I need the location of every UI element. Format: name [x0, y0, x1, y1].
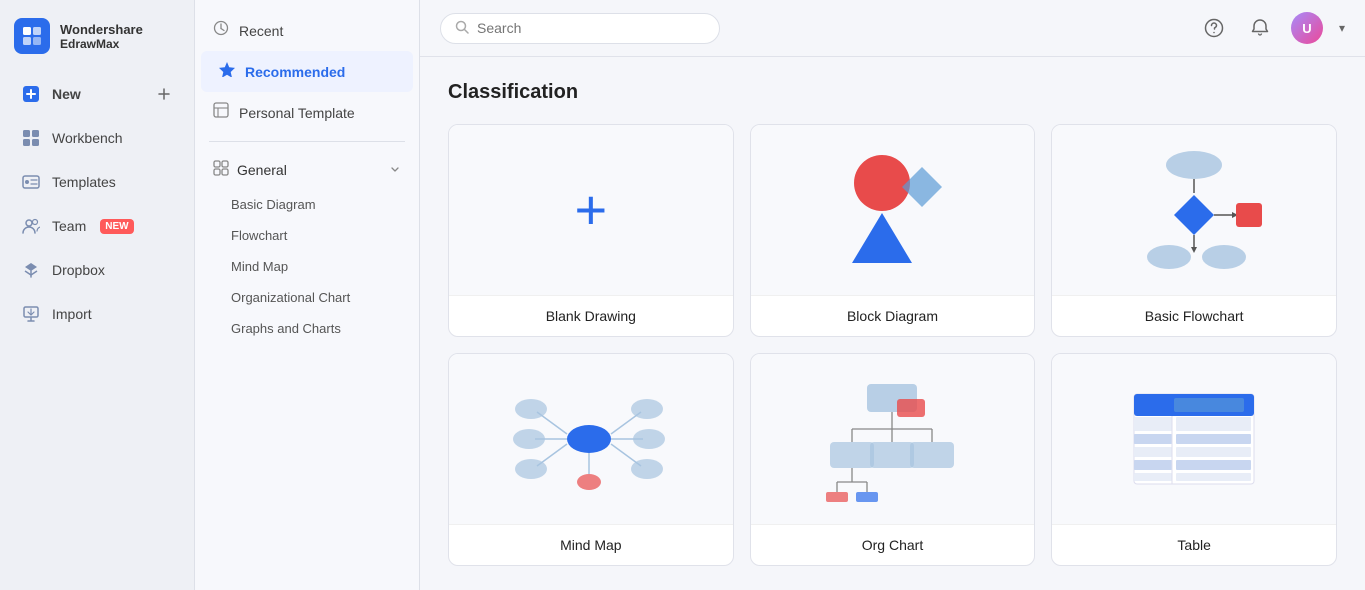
content-area: Classification + Blank Drawing — [420, 57, 1365, 590]
mid-item-recent[interactable]: Recent — [195, 10, 419, 51]
app-logo-icon — [14, 18, 50, 54]
notifications-button[interactable] — [1245, 13, 1275, 43]
sidebar-item-dropbox[interactable]: Dropbox — [6, 249, 188, 291]
card-org-chart-label: Org Chart — [751, 524, 1035, 565]
section-title: Classification — [448, 81, 1337, 104]
team-icon — [20, 215, 42, 237]
card-block-diagram-label: Block Diagram — [751, 295, 1035, 336]
card-block-diagram[interactable]: Block Diagram — [750, 124, 1036, 337]
mid-item-recommended[interactable]: Recommended — [201, 51, 413, 92]
mid-sub-item-mind-map[interactable]: Mind Map — [195, 251, 419, 282]
search-box[interactable] — [440, 13, 720, 44]
mid-section-general[interactable]: General — [195, 150, 419, 189]
personal-template-icon — [213, 102, 229, 123]
sidebar-item-new-label: New — [52, 86, 81, 102]
card-blank-drawing-image: + — [449, 125, 733, 295]
card-org-chart-image — [751, 354, 1035, 524]
card-basic-flowchart-image — [1052, 125, 1336, 295]
general-section-label: General — [237, 162, 287, 178]
mid-item-recommended-label: Recommended — [245, 64, 345, 80]
help-button[interactable] — [1199, 13, 1229, 43]
card-table-image — [1052, 354, 1336, 524]
sidebar-item-import[interactable]: Import — [6, 293, 188, 335]
sidebar-item-workbench[interactable]: Workbench — [6, 117, 188, 159]
sidebar: Wondershare EdrawMax New — [0, 0, 195, 590]
sidebar-item-templates[interactable]: Templates — [6, 161, 188, 203]
sidebar-item-new[interactable]: New — [6, 73, 188, 115]
card-basic-flowchart-label: Basic Flowchart — [1052, 295, 1336, 336]
card-block-diagram-image — [751, 125, 1035, 295]
card-mind-map-label: Mind Map — [449, 524, 733, 565]
dropbox-icon — [20, 259, 42, 281]
mid-item-personal-template-label: Personal Template — [239, 105, 355, 121]
card-basic-flowchart[interactable]: Basic Flowchart — [1051, 124, 1337, 337]
general-section-icon — [213, 160, 229, 179]
card-mind-map[interactable]: Mind Map — [448, 353, 734, 566]
mid-sub-item-graphs-charts[interactable]: Graphs and Charts — [195, 313, 419, 344]
sidebar-item-import-label: Import — [52, 306, 92, 322]
sidebar-item-team[interactable]: Team NEW — [6, 205, 188, 247]
card-blank-drawing[interactable]: + Blank Drawing — [448, 124, 734, 337]
app-name: Wondershare EdrawMax — [60, 22, 143, 51]
top-bar: U ▾ — [420, 0, 1365, 57]
card-mind-map-image — [449, 354, 733, 524]
card-org-chart[interactable]: Org Chart — [750, 353, 1036, 566]
mid-sub-item-org-chart[interactable]: Organizational Chart — [195, 282, 419, 313]
mid-item-personal-template[interactable]: Personal Template — [195, 92, 419, 133]
mid-sub-item-flowchart[interactable]: Flowchart — [195, 220, 419, 251]
mid-item-recent-label: Recent — [239, 23, 283, 39]
import-icon — [20, 303, 42, 325]
card-table-label: Table — [1052, 524, 1336, 565]
general-chevron-icon — [389, 162, 401, 178]
new-plus-button[interactable] — [154, 84, 174, 104]
mid-sub-item-basic-diagram[interactable]: Basic Diagram — [195, 189, 419, 220]
card-table[interactable]: Table — [1051, 353, 1337, 566]
blank-plus-icon: + — [574, 182, 607, 238]
recommended-icon — [219, 61, 235, 82]
recent-icon — [213, 20, 229, 41]
mid-divider — [209, 141, 405, 142]
card-blank-drawing-label: Blank Drawing — [449, 295, 733, 336]
templates-icon — [20, 171, 42, 193]
top-bar-right: U ▾ — [1199, 12, 1345, 44]
workbench-icon — [20, 127, 42, 149]
main-content: U ▾ Classification + Blank Drawing — [420, 0, 1365, 590]
search-input[interactable] — [477, 20, 697, 36]
logo-area: Wondershare EdrawMax — [0, 12, 194, 72]
sidebar-item-workbench-label: Workbench — [52, 130, 123, 146]
team-badge: NEW — [100, 219, 133, 234]
avatar[interactable]: U — [1291, 12, 1323, 44]
avatar-dropdown-icon[interactable]: ▾ — [1339, 21, 1345, 35]
sidebar-item-team-label: Team — [52, 218, 86, 234]
search-icon — [455, 20, 469, 37]
middle-panel: Recent Recommended Personal Template — [195, 0, 420, 590]
new-icon — [20, 83, 42, 105]
cards-grid: + Blank Drawing Block Diagram — [448, 124, 1337, 566]
sidebar-item-dropbox-label: Dropbox — [52, 262, 105, 278]
sidebar-item-templates-label: Templates — [52, 174, 116, 190]
